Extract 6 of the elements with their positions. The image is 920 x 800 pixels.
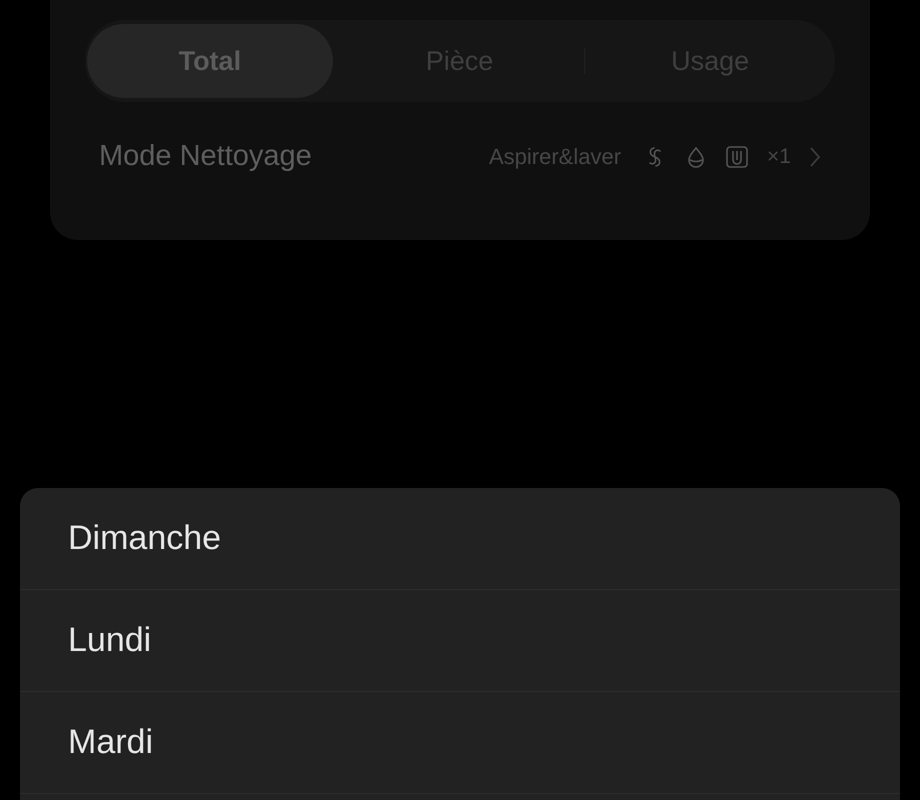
mop-icon <box>725 144 750 168</box>
day-option[interactable]: Lundi <box>20 590 900 692</box>
day-option[interactable]: Mardi <box>20 692 900 794</box>
row-label: Mode Nettoyage <box>99 140 313 173</box>
chevron-right-icon <box>809 146 821 168</box>
day-option[interactable]: Dimanche <box>20 488 900 590</box>
